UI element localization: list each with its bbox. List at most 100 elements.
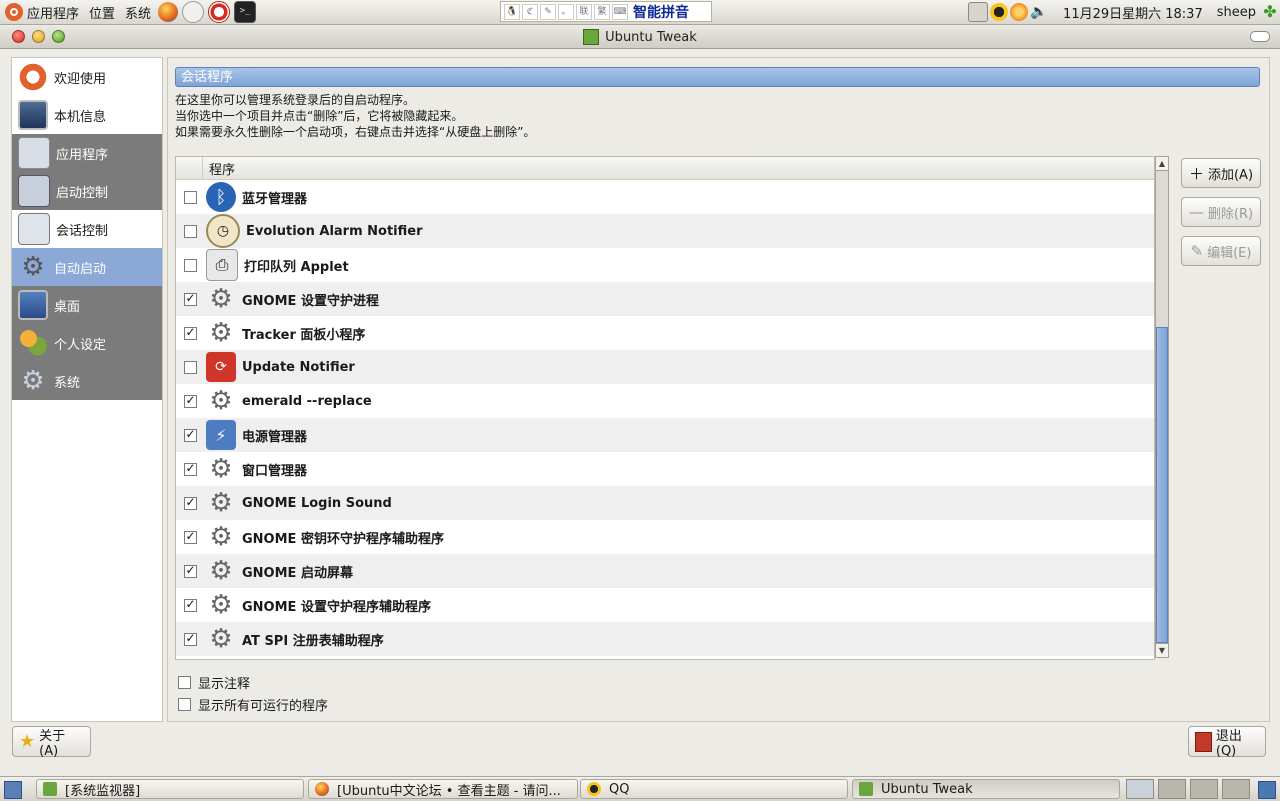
section-title: 会话程序	[175, 67, 1260, 87]
close-window-button[interactable]	[12, 30, 25, 43]
task-ubuntu-tweak[interactable]: Ubuntu Tweak	[852, 779, 1120, 799]
workspace-4[interactable]	[1222, 779, 1250, 799]
input-method-bar[interactable]: 🐧 ℭ ✎ 。 联 繁 ⌨ 智能拼音	[500, 1, 712, 22]
terminal-launcher-icon[interactable]: >_	[234, 1, 257, 23]
scroll-down-arrow-icon[interactable]: ▼	[1156, 643, 1168, 657]
workspace-2[interactable]	[1158, 779, 1186, 799]
add-button[interactable]: ＋ 添加(A)	[1181, 158, 1261, 188]
autostart-checkbox[interactable]	[184, 360, 197, 374]
sidebar-item-startup[interactable]: 启动控制	[12, 172, 162, 210]
sidebar-item-system[interactable]: ⚙ 系统	[12, 362, 162, 400]
sidebar-item-personal[interactable]: 个人设定	[12, 324, 162, 362]
ime-mode-icon[interactable]: ℭ	[522, 3, 538, 20]
clock[interactable]: 11月29日星期六 18:37	[1063, 3, 1203, 22]
update-icon[interactable]	[1010, 3, 1029, 21]
autostart-checkbox[interactable]	[184, 394, 197, 408]
help-launcher-icon[interactable]	[208, 1, 231, 23]
table-row[interactable]: ⚙ Tracker 面板小程序	[176, 316, 1154, 350]
ime-keyboard-icon[interactable]: ⌨	[612, 3, 628, 20]
ime-tux-icon[interactable]: 🐧	[504, 3, 520, 20]
autostart-checkbox[interactable]	[184, 598, 197, 612]
table-row[interactable]: ⚙ GNOME 设置守护进程	[176, 282, 1154, 316]
program-column-header[interactable]: 程序	[203, 159, 235, 178]
ime-lock-icon[interactable]: 繁	[594, 3, 610, 20]
list-actions: ＋ 添加(A) — 删除(R) ✎ 编辑(E)	[1181, 158, 1261, 275]
window-titlebar[interactable]: Ubuntu Tweak	[0, 26, 1280, 49]
ime-link-icon[interactable]: 联	[576, 3, 592, 20]
sidebar-item-session[interactable]: 会话控制	[12, 210, 162, 248]
show-comments-checkbox[interactable]	[178, 675, 191, 689]
autostart-checkbox[interactable]	[184, 292, 197, 306]
show-comments-option[interactable]: 显示注释	[178, 671, 328, 693]
workspace-1[interactable]	[1126, 779, 1154, 799]
qq-tray-icon[interactable]	[990, 3, 1009, 21]
sidebar-item-computer[interactable]: 本机信息	[12, 96, 162, 134]
scroll-up-arrow-icon[interactable]: ▲	[1156, 157, 1168, 171]
monitor-icon[interactable]	[968, 2, 989, 22]
autostart-checkbox[interactable]	[184, 462, 197, 476]
task-system-monitor[interactable]: [系统监视器]	[36, 779, 304, 799]
show-all-option[interactable]: 显示所有可运行的程序	[178, 693, 328, 715]
list-scrollbar[interactable]: ▲ ▼	[1155, 156, 1169, 658]
autostart-checkbox[interactable]	[184, 326, 197, 340]
workspace-3[interactable]	[1190, 779, 1218, 799]
check-column-header[interactable]	[176, 157, 203, 179]
table-row[interactable]: ⚙ GNOME 密钥环守护程序辅助程序	[176, 520, 1154, 554]
firefox-launcher-icon[interactable]	[158, 2, 179, 22]
sidebar-item-autostart[interactable]: ⚙ 自动启动	[12, 248, 162, 286]
table-row[interactable]: ⟳ Update Notifier	[176, 350, 1154, 384]
scrollbar-thumb[interactable]	[1156, 327, 1168, 643]
table-row[interactable]: ⚙ AT SPI 注册表辅助程序	[176, 622, 1154, 656]
table-row[interactable]: ⚡ 电源管理器	[176, 418, 1154, 452]
edit-button[interactable]: ✎ 编辑(E)	[1181, 236, 1261, 266]
system-menu[interactable]: 系统	[120, 0, 156, 24]
autostart-checkbox[interactable]	[184, 190, 197, 204]
mail-launcher-icon[interactable]	[182, 1, 205, 23]
autostart-checkbox[interactable]	[184, 496, 197, 510]
user-switcher[interactable]: sheep	[1217, 5, 1256, 20]
volume-icon[interactable]: 🔈	[1030, 3, 1048, 21]
autostart-checkbox[interactable]	[184, 530, 197, 544]
table-row[interactable]: ⚙ GNOME 设置守护程序辅助程序	[176, 588, 1154, 622]
autostart-checkbox[interactable]	[184, 428, 197, 442]
description-line: 当你选中一个项目并点击“删除”后，它将被隐藏起来。	[175, 109, 464, 123]
show-desktop-icon[interactable]	[4, 781, 22, 799]
autostart-checkbox[interactable]	[184, 632, 197, 646]
trash-icon[interactable]	[1258, 781, 1276, 799]
ubuntu-tweak-task-icon	[859, 782, 873, 796]
shade-window-button[interactable]	[1250, 31, 1270, 42]
autostart-checkbox[interactable]	[184, 258, 197, 272]
quit-button[interactable]: 退出(Q)	[1188, 726, 1266, 759]
ime-name[interactable]: 智能拼音	[633, 2, 689, 22]
ime-pen-icon[interactable]: ✎	[540, 3, 556, 20]
sidebar-item-applications[interactable]: 应用程序	[12, 134, 162, 172]
table-row[interactable]: ⚙ 窗口管理器	[176, 452, 1154, 486]
table-row[interactable]: ◷ Evolution Alarm Notifier	[176, 214, 1154, 248]
places-menu[interactable]: 位置	[84, 0, 120, 24]
autostart-checkbox[interactable]	[184, 564, 197, 578]
sidebar-item-welcome[interactable]: 欢迎使用	[12, 58, 162, 96]
remove-button[interactable]: — 删除(R)	[1181, 197, 1261, 227]
sidebar-item-desktop[interactable]: 桌面	[12, 286, 162, 324]
applications-menu[interactable]: 应用程序	[0, 0, 84, 24]
autostart-checkbox[interactable]	[184, 224, 197, 238]
table-row[interactable]: ⚙ emerald --replace	[176, 384, 1154, 418]
firefox-icon	[315, 782, 329, 796]
table-row[interactable]: ᛒ 蓝牙管理器	[176, 180, 1154, 214]
maximize-window-button[interactable]	[52, 30, 65, 43]
minimize-window-button[interactable]	[32, 30, 45, 43]
ime-punct-icon[interactable]: 。	[558, 3, 574, 20]
update-notifier-icon: ⟳	[206, 352, 236, 382]
user-status-icon[interactable]: ✤	[1261, 3, 1279, 21]
program-name: GNOME 设置守护进程	[242, 293, 379, 309]
table-row[interactable]: ⚙ GNOME 启动屏幕	[176, 554, 1154, 588]
gear-icon: ⚙	[209, 488, 233, 518]
show-all-checkbox[interactable]	[178, 697, 191, 711]
program-name: 窗口管理器	[242, 463, 308, 479]
table-row[interactable]: ⎙ 打印队列 Applet	[176, 248, 1154, 282]
about-button[interactable]: ★ 关于(A)	[12, 726, 91, 759]
task-qq[interactable]: QQ	[580, 779, 848, 799]
task-firefox[interactable]: [Ubuntu中文论坛 • 查看主题 - 请问...	[308, 779, 578, 799]
ubuntu-logo-icon	[5, 3, 23, 21]
table-row[interactable]: ⚙ GNOME Login Sound	[176, 486, 1154, 520]
